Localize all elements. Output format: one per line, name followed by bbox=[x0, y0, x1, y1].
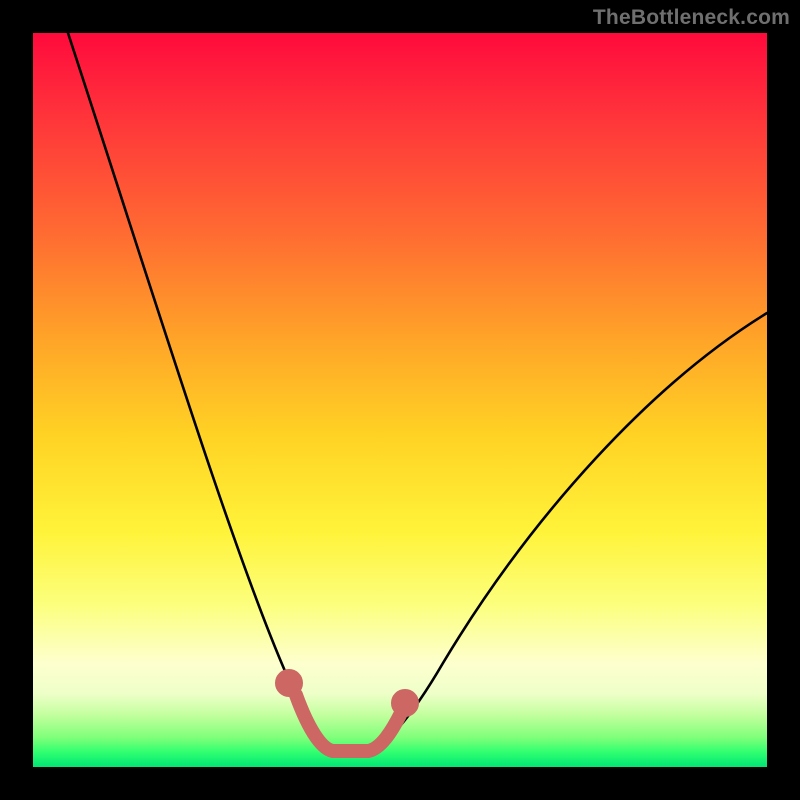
chart-frame: TheBottleneck.com bbox=[0, 0, 800, 800]
bottleneck-curve bbox=[68, 33, 767, 751]
watermark-text: TheBottleneck.com bbox=[593, 6, 790, 30]
optimal-region bbox=[282, 676, 412, 751]
plot-area bbox=[33, 33, 767, 767]
curve-layer bbox=[33, 33, 767, 767]
